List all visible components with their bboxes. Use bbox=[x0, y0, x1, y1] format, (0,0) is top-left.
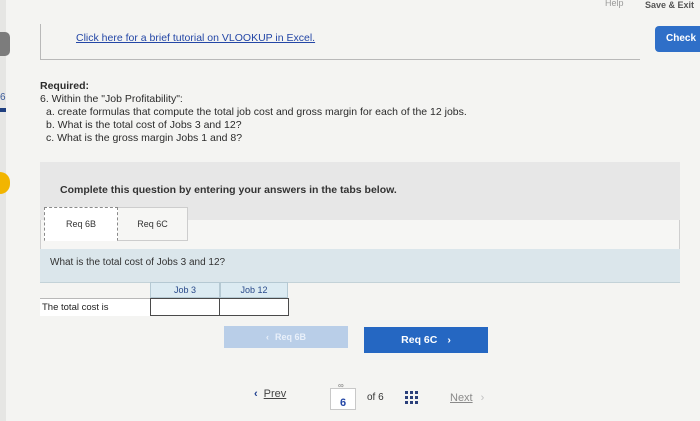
required-part-b: b. What is the total cost of Jobs 3 and … bbox=[46, 119, 242, 131]
required-part-c: c. What is the gross margin Jobs 1 and 8… bbox=[46, 132, 243, 144]
instructions-text: Complete this question by entering your … bbox=[60, 184, 397, 196]
tab-req-6b[interactable]: Req 6B bbox=[44, 207, 118, 241]
current-question-marker bbox=[0, 108, 6, 112]
next-tab-button[interactable]: Req 6C › bbox=[364, 327, 488, 353]
help-link[interactable]: Help bbox=[605, 0, 624, 8]
check-button[interactable]: Check bbox=[655, 26, 700, 52]
current-page-box[interactable]: 6 bbox=[330, 388, 356, 410]
tab-req-6c[interactable]: Req 6C bbox=[118, 207, 188, 241]
prev-tab-button[interactable]: ‹ Req 6B bbox=[224, 326, 348, 348]
next-tab-label: Req 6C bbox=[401, 334, 438, 346]
row-label-total-cost: The total cost is bbox=[40, 298, 150, 316]
required-item: 6. Within the "Job Profitability": bbox=[40, 93, 183, 105]
left-sidebar bbox=[0, 0, 6, 421]
page-total: of 6 bbox=[367, 392, 384, 403]
tutorial-link[interactable]: Click here for a brief tutorial on VLOOK… bbox=[76, 32, 315, 44]
chevron-right-icon: › bbox=[480, 392, 485, 404]
job-12-total-cost-input[interactable] bbox=[219, 298, 289, 316]
flag-marker[interactable] bbox=[0, 172, 10, 194]
chevron-left-icon: ‹ bbox=[265, 332, 269, 342]
next-page-label: Next bbox=[450, 392, 473, 404]
chevron-left-icon: ‹ bbox=[254, 388, 258, 400]
column-header-job-12: Job 12 bbox=[220, 282, 288, 298]
job-3-total-cost-input[interactable] bbox=[150, 298, 220, 316]
prev-page-label: Prev bbox=[263, 388, 287, 400]
grid-icon[interactable] bbox=[404, 390, 419, 405]
question-number[interactable]: 6 bbox=[0, 92, 6, 103]
tab-bar: Req 6B Req 6C bbox=[44, 207, 188, 241]
required-section: Required: 6. Within the "Job Profitabili… bbox=[40, 80, 467, 145]
sidebar-tab-handle[interactable] bbox=[0, 32, 10, 56]
chevron-right-icon: › bbox=[447, 334, 451, 346]
column-header-job-3: Job 3 bbox=[150, 282, 220, 298]
next-page-link[interactable]: Next › bbox=[450, 392, 484, 404]
prompt-text: What is the total cost of Jobs 3 and 12? bbox=[50, 257, 226, 268]
prev-page-link[interactable]: ‹ Prev bbox=[254, 388, 286, 400]
save-exit-button[interactable]: Save & Exit bbox=[645, 0, 694, 10]
prompt-bar: What is the total cost of Jobs 3 and 12? bbox=[40, 249, 680, 283]
required-title: Required: bbox=[40, 80, 90, 92]
required-part-a: a. create formulas that compute the tota… bbox=[46, 106, 467, 118]
tutorial-box: Click here for a brief tutorial on VLOOK… bbox=[40, 24, 640, 60]
prev-tab-label: Req 6B bbox=[274, 332, 306, 342]
